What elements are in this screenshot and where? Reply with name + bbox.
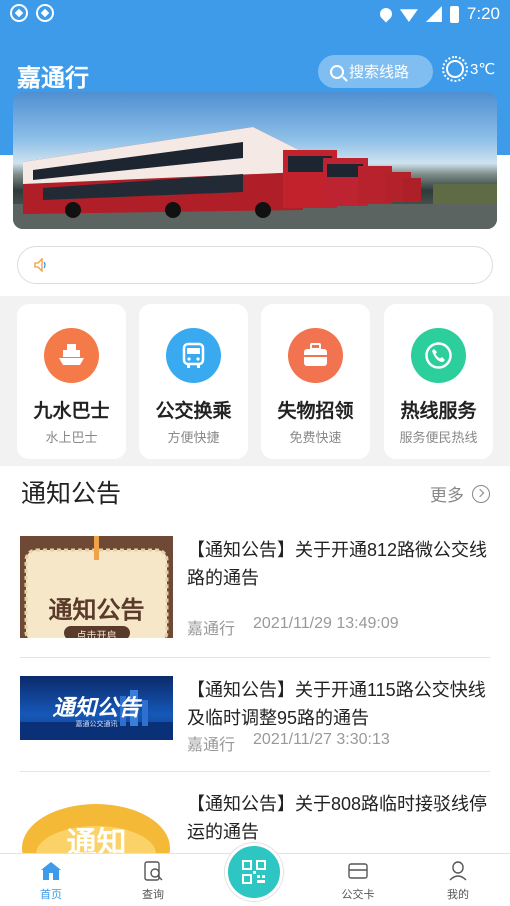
service-subtitle: 免费快速 xyxy=(289,430,342,445)
divider xyxy=(20,657,490,658)
news-item[interactable]: 通知公告 点击开启 【通知公告】关于开通812路微公交线路的通告 嘉通行 202… xyxy=(0,536,510,646)
ship-icon xyxy=(59,344,84,365)
status-bar: 7:20 xyxy=(0,0,510,28)
more-label: 更多 xyxy=(430,486,464,505)
search-placeholder: 搜索线路 xyxy=(349,64,410,81)
signal-icon xyxy=(425,6,442,22)
card-icon xyxy=(348,863,368,879)
app-header: 嘉通行 搜索线路 3℃ xyxy=(0,52,510,94)
qr-code-icon xyxy=(242,860,266,884)
home-icon xyxy=(41,862,61,880)
bag-icon xyxy=(304,343,327,366)
news-thumbnail: 通知公告 点击开启 xyxy=(20,536,173,638)
tab-query[interactable]: 查询 xyxy=(123,860,183,902)
notices-header: 通知公告 更多 xyxy=(0,470,510,510)
banner-carousel[interactable] xyxy=(13,92,497,229)
service-icon-bg xyxy=(44,328,99,383)
thumb-subtext: 嘉通公交通讯 xyxy=(75,721,118,728)
service-name: 热线服务 xyxy=(400,401,477,422)
service-icon-bg xyxy=(288,328,343,383)
temperature: 3℃ xyxy=(470,61,496,78)
user-icon xyxy=(449,861,467,881)
app-title: 嘉通行 xyxy=(17,65,89,92)
tab-home[interactable]: 首页 xyxy=(21,860,81,902)
news-title: 【通知公告】关于开通812路微公交线路的通告 xyxy=(187,540,488,588)
thumb-text: 通知公告 xyxy=(52,695,141,720)
bus-icon xyxy=(182,342,205,368)
news-time: 2021/11/27 3:30:13 xyxy=(253,731,390,748)
scan-qr-button[interactable] xyxy=(225,843,283,901)
service-icon-bg xyxy=(166,328,221,383)
section-title: 通知公告 xyxy=(21,480,122,508)
wifi-icon xyxy=(399,9,418,22)
weather-widget[interactable]: 3℃ xyxy=(442,56,496,82)
notification-icons xyxy=(10,4,54,22)
search-icon xyxy=(330,64,344,79)
service-card-lost-found[interactable]: 失物招领 免费快速 xyxy=(261,304,370,459)
speaker-icon xyxy=(34,258,46,272)
tab-bus-card[interactable]: 公交卡 xyxy=(328,860,388,902)
service-card-water-bus[interactable]: 九水巴士 水上巴士 xyxy=(17,304,126,459)
status-time: 7:20 xyxy=(466,4,500,23)
tab-mine[interactable]: 我的 xyxy=(428,860,488,902)
service-card-hotline[interactable]: 热线服务 服务便民热线 xyxy=(384,304,493,459)
chevron-right-icon xyxy=(472,484,490,503)
location-icon xyxy=(377,5,395,23)
tab-label: 查询 xyxy=(142,889,164,901)
news-source: 嘉通行 xyxy=(187,737,236,754)
service-subtitle: 方便快捷 xyxy=(167,430,220,445)
tab-label: 公交卡 xyxy=(341,889,375,901)
divider xyxy=(20,771,490,772)
query-icon xyxy=(144,861,163,881)
service-subtitle: 服务便民热线 xyxy=(399,430,478,445)
news-meta: 嘉通行 2021/11/29 13:49:09 xyxy=(187,615,399,639)
more-button[interactable]: 更多 xyxy=(430,481,490,506)
service-name: 九水巴士 xyxy=(33,401,110,422)
thumb-text: 通知公告 xyxy=(48,597,145,624)
thumb-text: 通知 xyxy=(66,827,127,853)
app-notification-icon xyxy=(10,4,28,22)
app-notification-icon xyxy=(36,4,54,22)
phone-icon xyxy=(425,342,452,369)
news-title: 【通知公告】关于808路临时接驳线停运的通告 xyxy=(187,794,488,842)
service-icon-bg xyxy=(411,328,466,383)
thumb-subtext: 点击开启 xyxy=(76,631,117,638)
announcement-ticker[interactable] xyxy=(17,246,493,284)
route-search-button[interactable]: 搜索线路 xyxy=(318,55,433,88)
service-name: 公交换乘 xyxy=(155,401,232,422)
service-subtitle: 水上巴士 xyxy=(45,430,98,445)
service-card-bus-transfer[interactable]: 公交换乘 方便快捷 xyxy=(139,304,248,459)
news-source: 嘉通行 xyxy=(187,621,236,638)
news-title: 【通知公告】关于开通115路公交快线及临时调整95路的通告 xyxy=(187,680,486,728)
tab-label: 我的 xyxy=(447,889,469,901)
service-name: 失物招领 xyxy=(277,401,354,422)
tab-label: 首页 xyxy=(40,889,62,901)
battery-icon xyxy=(449,5,459,23)
news-thumbnail: 通知公告 嘉通公交通讯 xyxy=(20,676,173,740)
sun-icon xyxy=(442,56,468,82)
bus-fleet-photo xyxy=(13,127,497,229)
system-icons: 7:20 xyxy=(377,4,500,24)
news-thumbnail: 通知 xyxy=(20,798,173,853)
news-item[interactable]: 通知公告 嘉通公交通讯 【通知公告】关于开通115路公交快线及临时调整95路的通… xyxy=(0,676,510,756)
news-time: 2021/11/29 13:49:09 xyxy=(253,615,399,632)
news-meta: 嘉通行 2021/11/27 3:30:13 xyxy=(187,731,390,755)
